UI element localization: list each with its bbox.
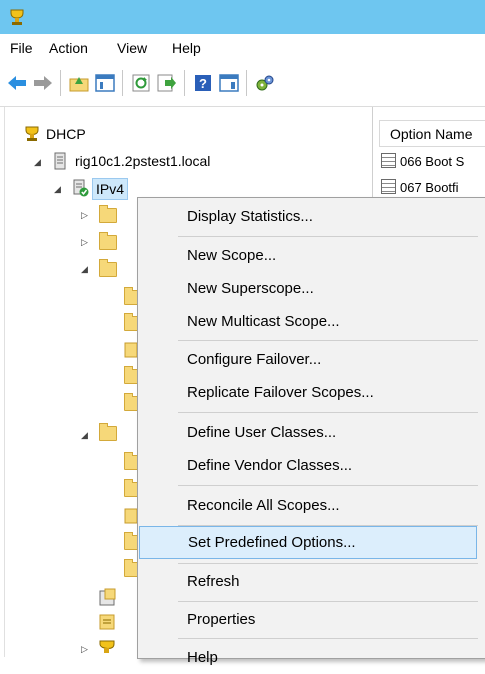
option-row-label: 066 Boot S	[400, 154, 465, 169]
menu-item-define-vendor-classes[interactable]: Define Vendor Classes...	[139, 449, 477, 482]
menu-item-define-user-classes[interactable]: Define User Classes...	[139, 416, 477, 449]
menu-file[interactable]: File	[10, 40, 33, 56]
menu-action[interactable]: Action	[49, 40, 88, 56]
menu-item-replicate-failover-scopes[interactable]: Replicate Failover Scopes...	[139, 376, 477, 409]
server-icon	[54, 152, 66, 170]
menu-item-new-scope[interactable]: New Scope...	[139, 239, 477, 272]
menu-separator	[178, 412, 478, 413]
menu-item-properties[interactable]: Properties	[139, 603, 477, 636]
tree-label-server: rig10c1.2pstest1.local	[75, 153, 211, 169]
forward-arrow-icon[interactable]	[32, 72, 54, 94]
collapse-triangle-icon[interactable]: ◢	[81, 264, 91, 274]
menu-separator	[178, 601, 478, 602]
option-icon	[381, 179, 396, 194]
export-list-icon[interactable]	[156, 72, 178, 94]
menu-item-refresh[interactable]: Refresh	[139, 565, 477, 598]
policies-icon	[99, 614, 115, 630]
pane-border	[4, 107, 5, 657]
toolbar-separator	[60, 70, 61, 96]
toolbar: ?	[0, 62, 485, 107]
menu-separator	[178, 638, 478, 639]
toolbar-separator	[184, 70, 185, 96]
option-row[interactable]: 066 Boot S	[379, 151, 485, 173]
menu-item-set-predefined-options[interactable]: Set Predefined Options...	[139, 526, 477, 559]
expand-triangle-icon[interactable]: ▷	[81, 210, 91, 220]
title-bar	[0, 0, 485, 34]
folder-icon	[99, 259, 117, 277]
menu-separator	[178, 485, 478, 486]
expand-triangle-icon[interactable]: ▷	[81, 644, 91, 654]
collapse-triangle-icon[interactable]: ◢	[54, 184, 64, 194]
option-row[interactable]: 067 Bootfi	[379, 177, 485, 199]
up-folder-icon[interactable]	[68, 72, 90, 94]
show-hide-action-pane-icon[interactable]	[218, 72, 240, 94]
tree-label-ipv4: IPv4	[92, 178, 129, 200]
run-wizard-icon[interactable]	[254, 72, 276, 94]
menu-item-configure-failover[interactable]: Configure Failover...	[139, 343, 477, 376]
options-icon	[124, 508, 138, 524]
menu-help[interactable]: Help	[172, 40, 201, 56]
menu-separator	[178, 563, 478, 564]
folder-icon	[99, 205, 117, 223]
menu-view[interactable]: View	[117, 40, 147, 56]
toolbar-separator	[122, 70, 123, 96]
menu-bar: File Action View Help	[0, 34, 485, 62]
collapse-triangle-icon[interactable]: ◢	[81, 430, 91, 440]
help-icon[interactable]: ?	[192, 72, 214, 94]
collapse-triangle-icon[interactable]: ◢	[34, 157, 44, 167]
server-options-icon	[99, 588, 116, 606]
toolbar-separator	[246, 70, 247, 96]
svg-text:?: ?	[199, 76, 207, 91]
refresh-icon[interactable]	[130, 72, 152, 94]
filters-icon	[99, 640, 115, 653]
options-icon	[124, 342, 138, 358]
option-row-label: 067 Bootfi	[400, 180, 459, 195]
menu-item-display-statistics[interactable]: Display Statistics...	[139, 200, 477, 233]
menu-item-new-superscope[interactable]: New Superscope...	[139, 272, 477, 305]
expand-triangle-icon[interactable]: ▷	[81, 237, 91, 247]
context-menu: Display Statistics... New Scope... New S…	[137, 197, 485, 666]
dhcp-app-icon	[10, 9, 24, 25]
menu-separator	[178, 236, 478, 237]
show-hide-console-tree-icon[interactable]	[94, 72, 116, 94]
menu-separator	[178, 340, 478, 341]
option-icon	[381, 153, 396, 168]
dhcp-icon	[25, 126, 39, 141]
folder-icon	[99, 232, 117, 250]
menu-item-new-multicast-scope[interactable]: New Multicast Scope...	[139, 305, 477, 338]
folder-icon	[99, 423, 117, 441]
ipv4-icon	[73, 179, 89, 197]
column-header-option-name[interactable]: Option Name	[379, 120, 485, 147]
menu-item-reconcile-all-scopes[interactable]: Reconcile All Scopes...	[139, 489, 477, 522]
back-arrow-icon[interactable]	[6, 72, 28, 94]
menu-item-help[interactable]: Help	[139, 641, 477, 674]
tree-label-dhcp: DHCP	[46, 126, 86, 142]
